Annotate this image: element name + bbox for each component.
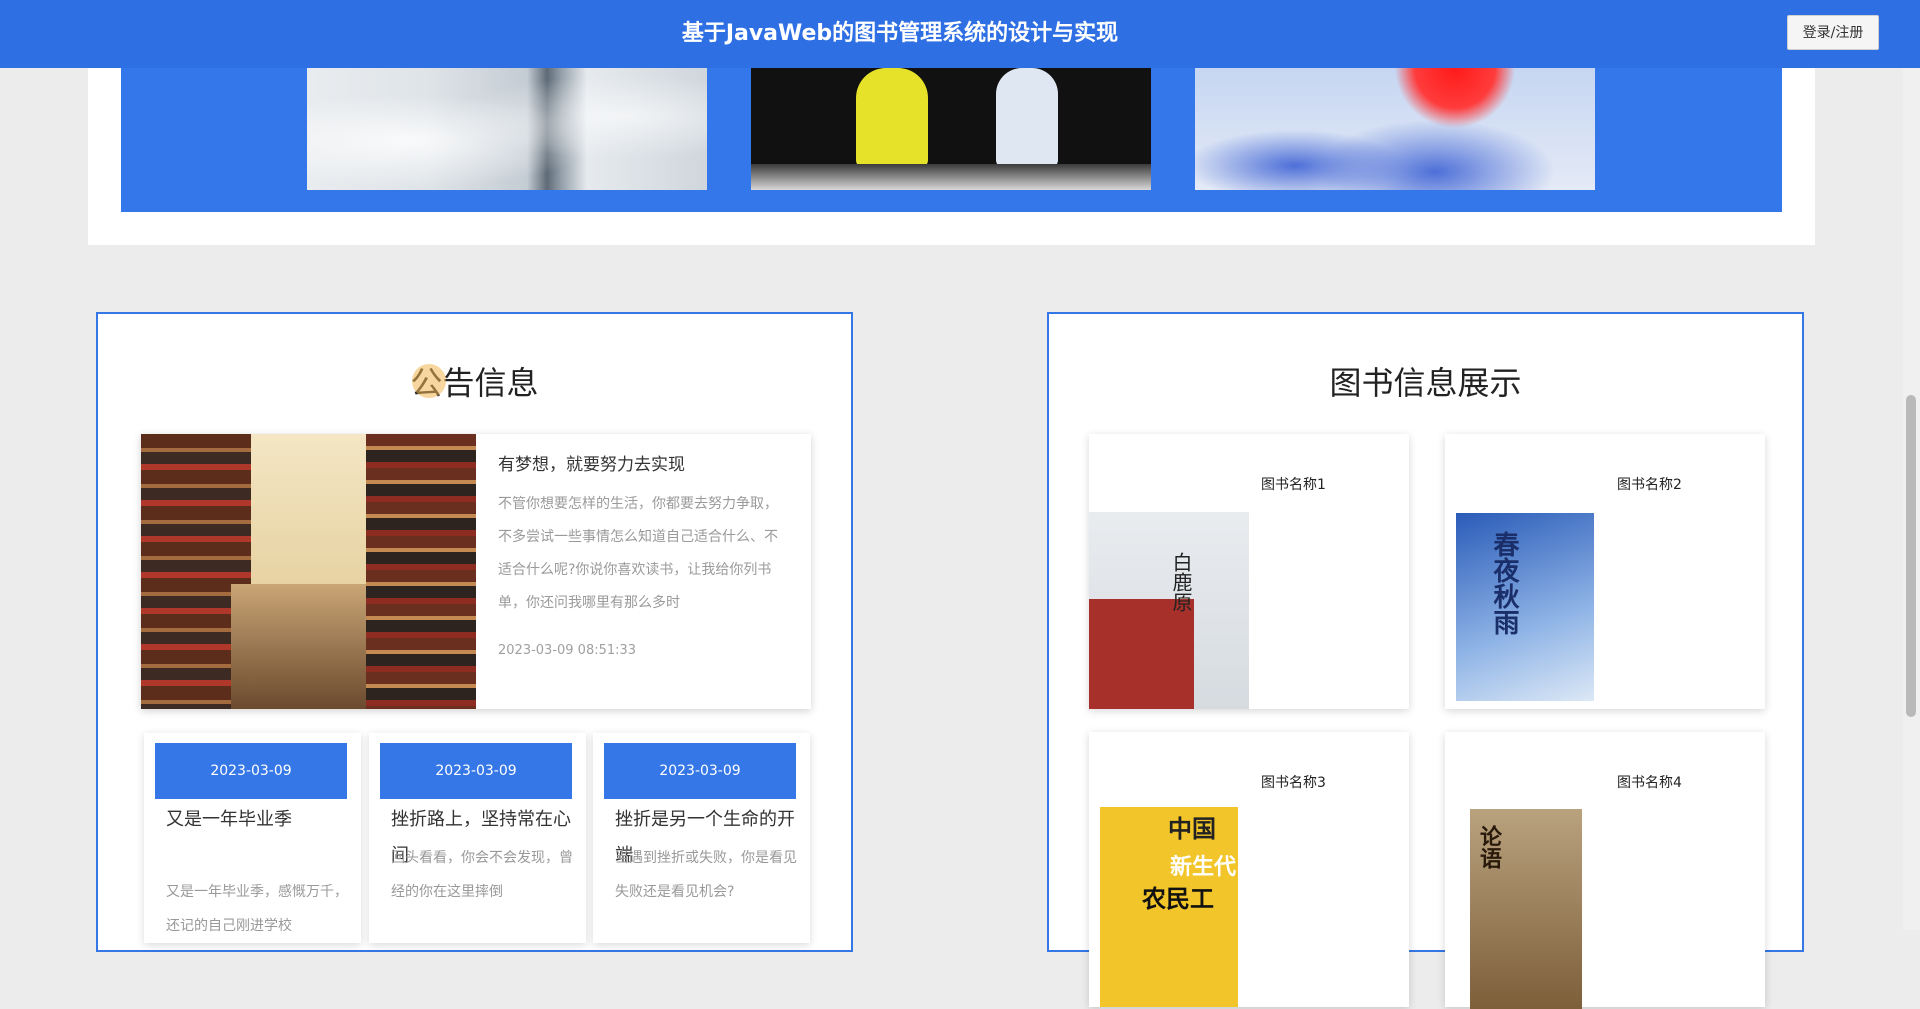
figure-yellow xyxy=(856,68,928,168)
book-name[interactable]: 图书名称2 xyxy=(1617,474,1682,494)
cover-title: 春夜秋雨 xyxy=(1489,531,1519,635)
notice-card[interactable]: 2023-03-09 挫折是另一个生命的开端 当遇到挫折或失败，你是看见失败还是… xyxy=(593,733,810,943)
book-name[interactable]: 图书名称1 xyxy=(1261,474,1326,494)
featured-notice-title[interactable]: 有梦想，就要努力去实现 xyxy=(498,450,685,475)
featured-notice-card[interactable]: 有梦想，就要努力去实现 不管你想要怎样的生活，你都要去努力争取，不多尝试一些事情… xyxy=(141,434,811,709)
mouse-cursor-highlight xyxy=(412,364,446,398)
book-panel-title: 图书信息展示 xyxy=(1329,364,1522,402)
notice-card[interactable]: 2023-03-09 挫折路上，坚持常在心间 回头看看，你会不会发现，曾经的你在… xyxy=(369,733,586,943)
library-image xyxy=(141,434,476,709)
banner-image-anime-figures[interactable] xyxy=(751,68,1151,190)
book-card[interactable]: 图书名称4 论语 xyxy=(1445,732,1765,1009)
cover-title: 农民工 xyxy=(1142,885,1214,913)
notice-panel-title: 公告信息 xyxy=(410,364,539,402)
book-name[interactable]: 图书名称4 xyxy=(1617,772,1682,792)
notice-date-badge: 2023-03-09 xyxy=(155,743,347,799)
cover-art xyxy=(1089,599,1194,709)
book-cover[interactable]: 白鹿原 xyxy=(1089,512,1249,709)
book-cover[interactable]: 中国 新生代 农民工 xyxy=(1100,807,1238,1007)
banner-image-clouds[interactable] xyxy=(307,68,707,190)
site-title: 基于JavaWeb的图书管理系统的设计与实现 xyxy=(681,21,1119,46)
floor xyxy=(231,584,386,709)
notice-excerpt: 回头看看，你会不会发现，曾经的你在这里摔倒 xyxy=(391,850,573,900)
login-register-button[interactable]: 登录/注册 xyxy=(1787,15,1879,50)
page-scrollbar-thumb[interactable] xyxy=(1906,395,1916,717)
notice-date-badge: 2023-03-09 xyxy=(604,743,796,799)
banner-image-blue-scene[interactable] xyxy=(1195,68,1595,190)
cover-title: 中国 xyxy=(1168,815,1216,843)
notice-excerpt: 又是一年毕业季，感慨万千，还记的自己刚进学校 xyxy=(166,884,348,934)
book-name[interactable]: 图书名称3 xyxy=(1261,772,1326,792)
featured-notice-date: 2023-03-09 08:51:33 xyxy=(498,643,637,658)
notice-title[interactable]: 又是一年毕业季 xyxy=(166,802,346,838)
figure-white xyxy=(996,68,1058,168)
book-card[interactable]: 图书名称2 春夜秋雨 xyxy=(1445,434,1765,709)
cover-title: 新生代 xyxy=(1170,855,1237,880)
cover-title: 论语 xyxy=(1476,825,1501,869)
notice-date-badge: 2023-03-09 xyxy=(380,743,572,799)
ground xyxy=(751,164,1151,190)
bookshelf-right xyxy=(366,434,476,709)
notice-excerpt: 当遇到挫折或失败，你是看见失败还是看见机会? xyxy=(615,850,797,900)
book-card[interactable]: 图书名称3 中国 新生代 农民工 xyxy=(1089,732,1409,1007)
book-cover[interactable]: 春夜秋雨 xyxy=(1456,513,1594,701)
top-header: 基于JavaWeb的图书管理系统的设计与实现 登录/注册 xyxy=(0,0,1920,68)
book-cover[interactable]: 论语 xyxy=(1470,809,1582,1009)
window-light xyxy=(251,434,366,584)
notice-card[interactable]: 2023-03-09 又是一年毕业季 又是一年毕业季，感慨万千，还记的自己刚进学… xyxy=(144,733,361,943)
book-card[interactable]: 图书名称1 白鹿原 xyxy=(1089,434,1409,709)
cover-title: 白鹿原 xyxy=(1169,552,1193,612)
featured-notice-body: 不管你想要怎样的生活，你都要去努力争取，不多尝试一些事情怎么知道自己适合什么、不… xyxy=(498,496,778,611)
